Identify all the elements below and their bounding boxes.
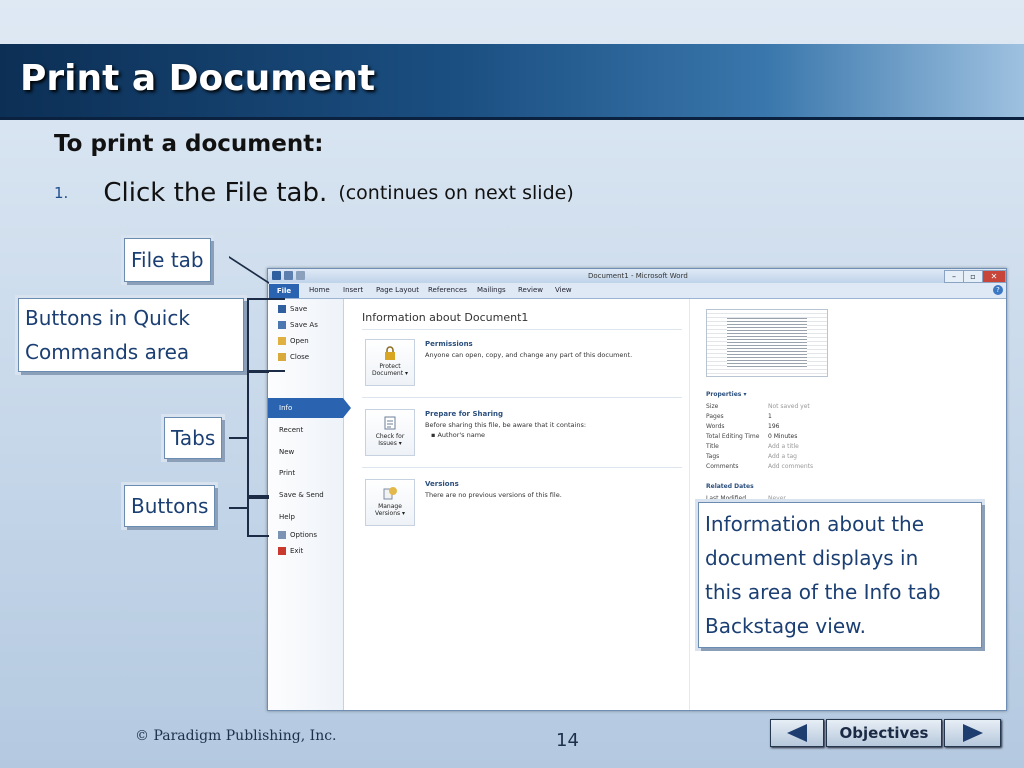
tab-insert[interactable]: Insert	[343, 286, 363, 294]
connector	[247, 298, 285, 372]
word-logo-icon	[272, 271, 281, 280]
close-button[interactable]: ✕	[982, 270, 1006, 283]
connector	[247, 497, 269, 537]
exit-icon	[278, 547, 286, 555]
document-thumbnail	[706, 309, 828, 377]
prop-pages: Pages 1	[706, 413, 772, 420]
page-number: 14	[556, 730, 579, 751]
prop-editing-time: Total Editing Time 0 Minutes	[706, 433, 798, 440]
tab-help[interactable]: Help	[279, 513, 295, 521]
options-icon	[278, 531, 286, 539]
connector	[229, 507, 247, 509]
tab-view[interactable]: View	[555, 286, 572, 294]
window-title: Document1 - Microsoft Word	[588, 272, 688, 280]
connector	[229, 437, 247, 439]
manage-versions-button[interactable]: Manage Versions ▾	[365, 479, 415, 526]
next-slide-button[interactable]	[944, 719, 1001, 747]
tab-recent[interactable]: Recent	[279, 426, 303, 434]
callout-buttons: Buttons	[124, 485, 216, 527]
prepare-sharing-text: Before sharing this file, be aware that …	[425, 421, 587, 429]
tab-review[interactable]: Review	[518, 286, 543, 294]
step-text: Click the File tab.	[103, 178, 328, 208]
step-note: (continues on next slide)	[338, 182, 574, 204]
related-dates-heading: Related Dates	[706, 483, 754, 490]
permissions-heading: Permissions	[425, 340, 473, 348]
versions-icon	[383, 487, 397, 500]
tab-print[interactable]: Print	[279, 469, 295, 477]
previous-slide-button[interactable]	[770, 719, 824, 747]
tab-new[interactable]: New	[279, 448, 294, 456]
divider	[362, 329, 682, 330]
callout-info-area: Information about the document displays …	[698, 502, 982, 648]
check-for-issues-button[interactable]: Check for Issues ▾	[365, 409, 415, 456]
undo-icon[interactable]	[296, 271, 305, 280]
callout-tabs: Tabs	[164, 417, 223, 459]
info-panel: Information about Document1 Protect Docum…	[344, 299, 688, 710]
protect-document-button[interactable]: Protect Document ▾	[365, 339, 415, 386]
arrow-right-icon	[963, 724, 983, 742]
prepare-sharing-heading: Prepare for Sharing	[425, 410, 504, 418]
window-title-bar: Document1 - Microsoft Word – ▫ ✕	[268, 269, 1006, 283]
tab-mailings[interactable]: Mailings	[477, 286, 506, 294]
lock-icon	[385, 346, 395, 360]
step-number: 1.	[54, 184, 69, 202]
file-tab[interactable]: File	[269, 284, 299, 298]
prop-tags[interactable]: Tags Add a tag	[706, 453, 797, 460]
help-icon[interactable]: ?	[993, 285, 1003, 295]
properties-heading[interactable]: Properties ▾	[706, 391, 746, 398]
versions-heading: Versions	[425, 480, 459, 488]
prop-comments[interactable]: Comments Add comments	[706, 463, 813, 470]
tab-save-send[interactable]: Save & Send	[279, 491, 324, 499]
tab-info[interactable]: Info	[268, 398, 351, 418]
step-1: 1. Click the File tab. (continues on nex…	[54, 178, 574, 208]
exit-button[interactable]: Exit	[278, 547, 303, 555]
tab-home[interactable]: Home	[309, 286, 330, 294]
tab-references[interactable]: References	[428, 286, 467, 294]
permissions-text: Anyone can open, copy, and change any pa…	[425, 351, 633, 359]
connector	[247, 371, 269, 497]
slide: Print a Document To print a document: 1.…	[0, 0, 1024, 768]
tab-page-layout[interactable]: Page Layout	[376, 286, 419, 294]
prop-size: Size Not saved yet	[706, 403, 810, 410]
prop-last-modified: Last Modified Never	[706, 495, 786, 502]
copyright: © Paradigm Publishing, Inc.	[135, 728, 337, 744]
slide-heading: To print a document:	[54, 131, 324, 157]
callout-quick-commands: Buttons in Quick Commands area	[18, 298, 244, 372]
ribbon-tabs: File Home Insert Page Layout References …	[268, 283, 1006, 299]
callout-file-tab: File tab	[124, 238, 211, 282]
arrow-left-icon	[787, 724, 807, 742]
versions-text: There are no previous versions of this f…	[425, 491, 562, 499]
info-heading: Information about Document1	[362, 311, 529, 324]
divider	[362, 467, 682, 468]
prop-words: Words 196	[706, 423, 780, 430]
options-button[interactable]: Options	[278, 531, 317, 539]
quick-access-toolbar	[272, 271, 305, 280]
minimize-button[interactable]: –	[944, 270, 964, 283]
slide-title: Print a Document	[20, 58, 376, 99]
save-icon[interactable]	[284, 271, 293, 280]
prop-title[interactable]: Title Add a title	[706, 443, 799, 450]
checklist-icon	[384, 416, 396, 430]
divider	[362, 397, 682, 398]
bullet-item: ▪ Author's name	[431, 431, 486, 439]
maximize-button[interactable]: ▫	[963, 270, 983, 283]
objectives-button[interactable]: Objectives	[826, 719, 942, 747]
